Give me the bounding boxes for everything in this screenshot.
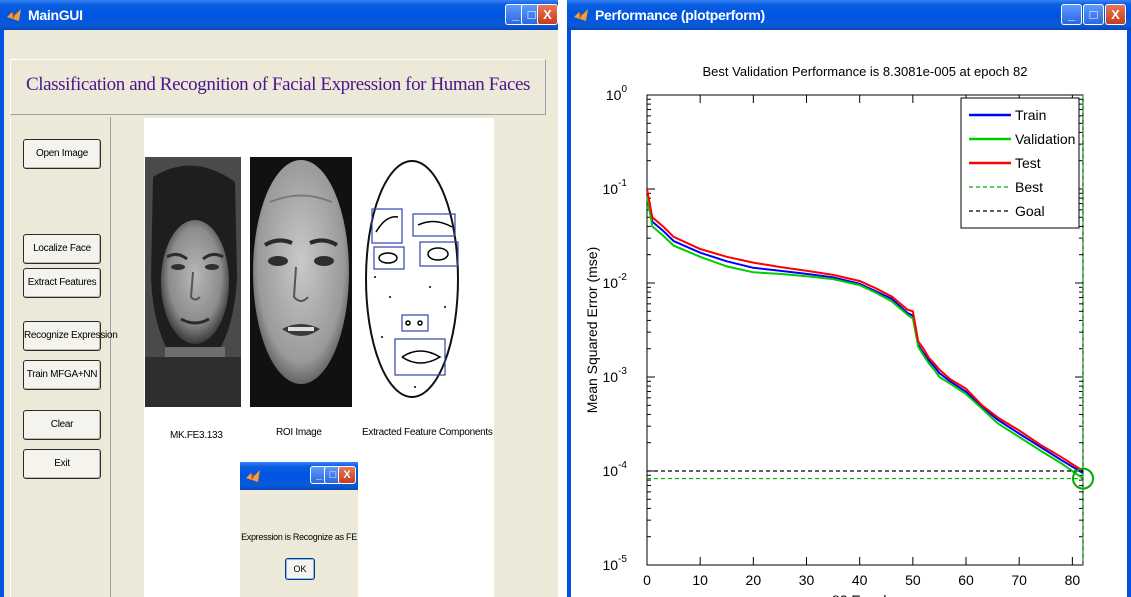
button-panel [10,117,110,597]
y-tick-label: 10-5 [603,554,628,573]
x-tick-label: 10 [692,572,708,588]
banner-panel: Classification and Recognition of Facial… [10,59,546,115]
window-border [1127,30,1131,597]
ok-button[interactable]: OK [285,558,315,580]
maingui-titlebar[interactable]: MainGUI _ □ X [0,0,558,30]
message-dialog: _ □ X Expression is Recognize as FE OK [240,462,358,597]
matlab-icon [574,9,588,21]
maingui-window: MainGUI _ □ X Classification and Recogni… [0,0,558,597]
matlab-icon [246,470,260,482]
roi-image-caption: ROI Image [276,427,322,438]
performance-window: Performance (plotperform) _ □ X Best Val… [567,0,1131,597]
x-axis-label: 82 Epochs [832,592,898,597]
legend-label-goal: Goal [1015,203,1045,219]
x-tick-label: 80 [1065,572,1081,588]
y-tick-label: 10-4 [603,460,628,479]
legend-label-train: Train [1015,107,1046,123]
x-tick-label: 40 [852,572,868,588]
legend-label-validation: Validation [1015,131,1075,147]
legend-label-best: Best [1015,179,1043,195]
y-axis-label: Mean Squared Error (mse) [584,247,600,414]
minimize-button[interactable]: _ [1061,4,1082,25]
x-tick-label: 20 [746,572,762,588]
localize-face-button[interactable]: Localize Face [23,234,101,264]
maximize-button[interactable]: □ [1083,4,1104,25]
y-tick-label: 10-1 [603,178,628,197]
chart-title: Best Validation Performance is 8.3081e-0… [703,64,1028,79]
dialog-titlebar[interactable]: _ □ X [240,462,358,490]
x-tick-label: 70 [1011,572,1027,588]
performance-title: Performance (plotperform) [595,7,765,23]
exit-button[interactable]: Exit [23,449,101,479]
open-image-button[interactable]: Open Image [23,139,101,169]
x-tick-label: 60 [958,572,974,588]
legend-label-test: Test [1015,155,1041,171]
performance-titlebar[interactable]: Performance (plotperform) _ □ X [567,0,1131,30]
y-tick-label: 10-3 [603,366,628,385]
banner-title: Classification and Recognition of Facial… [25,74,531,95]
clear-button[interactable]: Clear [23,410,101,440]
window-border [0,30,4,597]
dialog-close-button[interactable]: X [338,466,356,484]
close-button[interactable]: X [1105,4,1126,25]
maingui-title: MainGUI [28,7,83,23]
features-caption: Extracted Feature Components [362,427,493,438]
dialog-message: Expression is Recognize as FE [241,532,357,542]
train-button[interactable]: Train MFGA+NN [23,360,101,390]
extract-features-button[interactable]: Extract Features [23,268,101,298]
input-image-caption: MK.FE3.133 [170,430,223,441]
x-tick-label: 50 [905,572,921,588]
recognize-expression-button[interactable]: Recognize Expression [23,321,118,351]
roi-face-image [250,157,352,407]
input-face-image [145,157,241,407]
y-tick-label: 100 [606,84,628,103]
feature-components-image [360,157,462,407]
x-tick-label: 30 [799,572,815,588]
performance-plot: Best Validation Performance is 8.3081e-0… [584,64,1094,597]
x-tick-label: 0 [643,572,651,588]
y-tick-label: 10-2 [603,272,628,291]
legend: Train Validation Test Best Goal [960,97,1080,229]
matlab-icon [7,9,21,21]
close-button[interactable]: X [537,4,558,25]
